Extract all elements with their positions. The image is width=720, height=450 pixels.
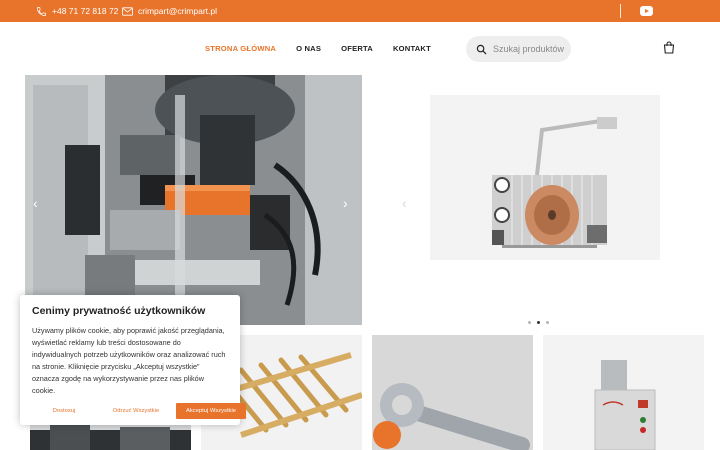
email-contact[interactable]: crimpart@crimpart.pl — [122, 0, 217, 22]
slider-dot-active[interactable] — [537, 321, 540, 324]
search-box — [466, 36, 571, 62]
chevron-left-icon[interactable]: ‹ — [402, 195, 407, 211]
topbar-divider — [620, 4, 621, 18]
hero-slider: ‹ › ‹ › — [25, 75, 715, 330]
chevron-right-icon[interactable]: › — [343, 195, 348, 211]
site-header: STRONA GŁÓWNA O NAS OFERTA KONTAKT — [0, 22, 720, 75]
slider-dot[interactable] — [546, 321, 549, 324]
phone-number: +48 71 72 818 72 — [52, 6, 119, 16]
slider-dot[interactable] — [528, 321, 531, 324]
reject-all-button[interactable]: Odrzuć Wszystkie — [104, 403, 168, 419]
accept-all-button[interactable]: Akceptuj Wszystkie — [176, 403, 246, 419]
shopping-bag-icon[interactable] — [663, 41, 675, 54]
search-icon[interactable] — [476, 44, 487, 55]
mail-icon — [122, 6, 133, 16]
nav-item-contact[interactable]: KONTAKT — [393, 44, 431, 53]
slide-machine-closeup: ‹ › — [25, 75, 362, 325]
coil-machine-image — [430, 95, 660, 260]
cookie-buttons: Dostosuj Odrzuć Wszystkie Akceptuj Wszys… — [32, 403, 246, 419]
phone-contact[interactable]: +48 71 72 818 72 — [36, 0, 118, 22]
nav-item-home[interactable]: STRONA GŁÓWNA — [205, 44, 276, 53]
product-tile-device[interactable] — [543, 335, 704, 450]
cookie-consent-dialog: Cenimy prywatność użytkowników Używamy p… — [20, 295, 246, 425]
phone-icon — [37, 6, 46, 16]
search-input[interactable] — [493, 44, 565, 54]
youtube-icon[interactable] — [640, 6, 653, 16]
nav-item-about[interactable]: O NAS — [296, 44, 321, 53]
chevron-left-icon[interactable]: ‹ — [33, 195, 38, 211]
customize-button[interactable]: Dostosuj — [32, 403, 96, 419]
slider-dots — [528, 321, 549, 324]
product-image — [372, 335, 533, 450]
email-address: crimpart@crimpart.pl — [138, 6, 217, 16]
product-tile-tools[interactable] — [372, 335, 533, 450]
machine-closeup-image — [25, 75, 362, 325]
cookie-text: Używamy plików cookie, aby poprawić jako… — [32, 326, 226, 395]
cookie-title: Cenimy prywatność użytkowników — [32, 305, 206, 317]
product-image — [543, 335, 704, 450]
slide-coil-machine: ‹ › — [362, 75, 715, 325]
main-navigation: STRONA GŁÓWNA O NAS OFERTA KONTAKT — [205, 44, 431, 53]
top-contact-bar: +48 71 72 818 72 crimpart@crimpart.pl — [0, 0, 720, 22]
nav-item-offer[interactable]: OFERTA — [341, 44, 373, 53]
